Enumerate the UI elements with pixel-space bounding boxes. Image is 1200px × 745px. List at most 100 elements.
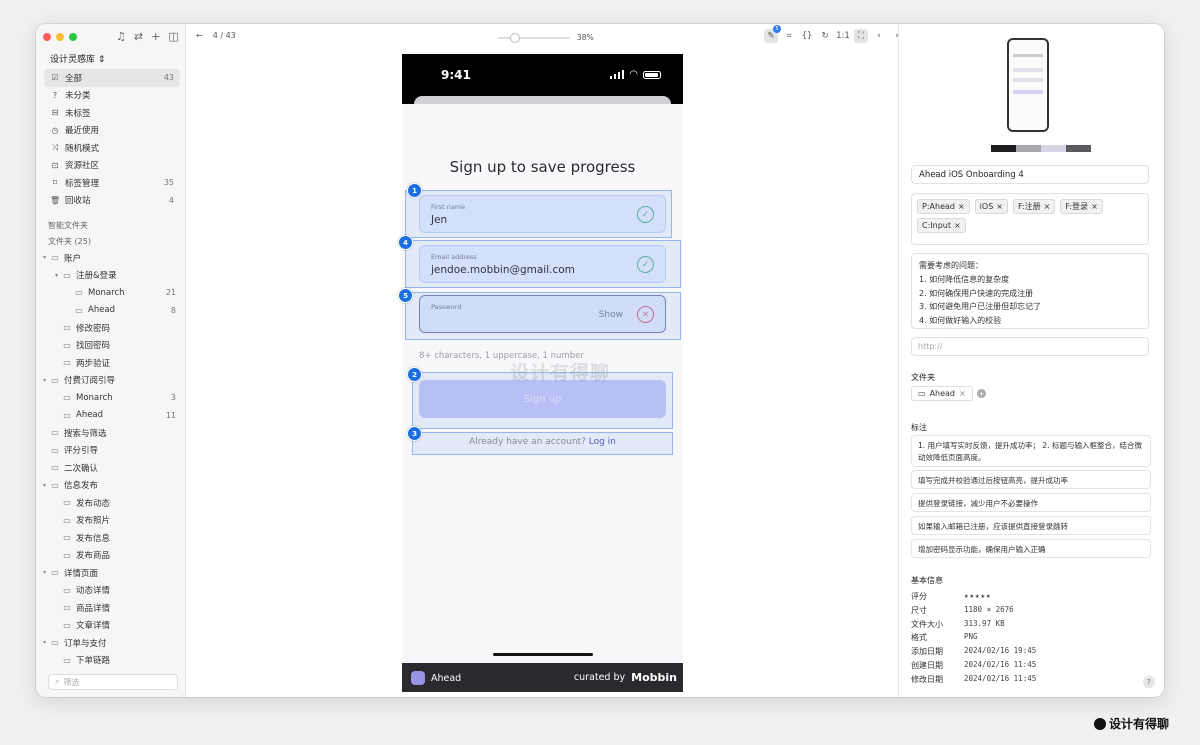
folder-chip[interactable]: ▭ Ahead × xyxy=(911,386,973,401)
annotation-marker-3[interactable]: 3 xyxy=(407,426,422,441)
color-swatch[interactable] xyxy=(1066,145,1091,152)
annotation-marker-1[interactable]: 1 xyxy=(407,183,422,198)
prev-image-icon[interactable]: ‹ xyxy=(872,29,886,43)
sidebar-item[interactable]: ⌑ 标签管理 35 xyxy=(44,174,180,192)
tag-chip[interactable]: iOS × xyxy=(974,199,1008,214)
sidebar-item[interactable]: ⊡ 资源社区 xyxy=(44,157,180,175)
filter-input[interactable]: ⌕ 筛选 xyxy=(48,674,178,690)
remove-icon[interactable]: × xyxy=(959,389,966,398)
info-row: 尺寸 1180 × 2676 xyxy=(911,605,1014,616)
folder-item[interactable]: ▭ 二次确认 xyxy=(40,459,180,477)
sync-icon[interactable]: ⇄ xyxy=(134,30,143,43)
remove-tag-icon[interactable]: × xyxy=(996,202,1003,211)
description-box[interactable]: 需要考虑的问题： 1. 如何降低信息的复杂度 2. 如何确保用户快速的完成注册 3.… xyxy=(911,253,1149,329)
folder-item[interactable]: ▾ ▭ 账户 xyxy=(40,249,180,267)
sidebar-item[interactable]: 🗑 回收站 4 xyxy=(44,192,180,210)
sidebar-toggle-icon[interactable]: ◫ xyxy=(168,30,178,43)
chevron-down-icon[interactable]: ▾ xyxy=(40,639,49,646)
folder-item[interactable]: ▭ 下单链路 xyxy=(40,652,180,670)
annotate-pen-button[interactable]: ✎ 5 xyxy=(764,25,781,43)
add-icon[interactable]: + xyxy=(151,30,160,43)
sidebar-item[interactable]: ◷ 最近使用 xyxy=(44,122,180,140)
color-swatch[interactable] xyxy=(1016,145,1041,152)
chevron-down-icon[interactable]: ▾ xyxy=(52,272,61,279)
bell-icon[interactable]: ♫ xyxy=(116,30,126,43)
folder-item[interactable]: ▭ 搜索与筛选 xyxy=(40,424,180,442)
tag-chip[interactable]: P:Ahead × xyxy=(917,199,970,214)
zoom-window-button[interactable] xyxy=(69,33,77,41)
folder-item[interactable]: ▭ 文章详情 xyxy=(40,617,180,635)
tag-chip[interactable]: C:Input × xyxy=(917,218,966,233)
folder-item[interactable]: ▭ 找回密码 xyxy=(40,337,180,355)
folder-item[interactable]: ▭ Ahead 11 xyxy=(40,407,180,425)
smart-folders-label[interactable]: 智能文件夹 xyxy=(48,220,88,231)
annotation-marker-5[interactable]: 5 xyxy=(398,288,413,303)
folder-item[interactable]: ▭ 动态详情 xyxy=(40,582,180,600)
info-key: 评分 xyxy=(911,592,927,601)
rotate-icon[interactable]: ↻ xyxy=(818,29,832,43)
color-swatch[interactable] xyxy=(1041,145,1066,152)
name-input[interactable]: Ahead iOS Onboarding 4 xyxy=(911,165,1149,184)
chevron-down-icon[interactable]: ▾ xyxy=(40,569,49,576)
remove-tag-icon[interactable]: × xyxy=(954,221,961,230)
color-palette xyxy=(991,145,1091,152)
annotation-note[interactable]: 提供登录链接，减少用户不必要操作 xyxy=(911,493,1151,512)
folder-item[interactable]: ▾ ▭ 注册&登录 xyxy=(40,267,180,285)
fit-screen-icon[interactable]: ⛶ xyxy=(854,29,868,43)
zoom-knob[interactable] xyxy=(510,33,521,43)
folder-item[interactable]: ▭ 发布照片 xyxy=(40,512,180,530)
tag-chip[interactable]: F:登录 × xyxy=(1060,199,1103,214)
minimize-window-button[interactable] xyxy=(56,33,64,41)
sidebar-item[interactable]: ⤨ 随机模式 xyxy=(44,139,180,157)
sidebar-item[interactable]: ⊟ 未标签 xyxy=(44,104,180,122)
folders-label[interactable]: 文件夹 (25) xyxy=(48,236,91,247)
folder-item[interactable]: ▭ 修改密码 xyxy=(40,319,180,337)
annotation-area-4[interactable] xyxy=(405,240,681,288)
annotation-note[interactable]: 增加密码显示功能，确保用户输入正确 xyxy=(911,539,1151,558)
chevron-down-icon[interactable]: ▾ xyxy=(40,482,49,489)
folder-item[interactable]: ▭ 发布动态 xyxy=(40,494,180,512)
zoom-slider[interactable] xyxy=(498,32,570,44)
close-window-button[interactable] xyxy=(43,33,51,41)
annotation-area-5[interactable] xyxy=(405,292,681,340)
url-input[interactable]: http:// xyxy=(911,337,1149,356)
help-button[interactable]: ? xyxy=(1143,676,1155,688)
annotation-marker-4[interactable]: 4 xyxy=(398,235,413,250)
remove-tag-icon[interactable]: × xyxy=(958,202,965,211)
folder-item[interactable]: ▭ 发布信息 xyxy=(40,529,180,547)
preview-thumbnail[interactable] xyxy=(1007,38,1049,132)
annotation-area-1[interactable] xyxy=(405,190,672,238)
folder-item[interactable]: ▭ 发布商品 xyxy=(40,547,180,565)
chevron-down-icon[interactable]: ▾ xyxy=(40,254,49,261)
code-icon[interactable]: {} xyxy=(800,29,814,43)
folder-item[interactable]: ▭ 评分引导 xyxy=(40,442,180,460)
folder-item[interactable]: ▾ ▭ 信息发布 xyxy=(40,477,180,495)
rating-stars[interactable]: ★★★★★ xyxy=(964,591,992,602)
annotation-note[interactable]: 1. 用户填写实时反馈，提升成功率； 2. 标题与输入框整合，结合微动效降低页面… xyxy=(911,435,1151,467)
chevron-down-icon[interactable]: ▾ xyxy=(40,377,49,384)
folder-item[interactable]: ▭ Ahead 8 xyxy=(40,302,180,320)
tag-chip[interactable]: F:注册 × xyxy=(1012,199,1056,214)
annotation-note[interactable]: 填写完成并校验通过后按钮高亮，提升成功率 xyxy=(911,470,1151,489)
back-arrow-icon[interactable]: ← xyxy=(196,31,203,40)
folder-item[interactable]: ▾ ▭ 付费订阅引导 xyxy=(40,372,180,390)
remove-tag-icon[interactable]: × xyxy=(1044,202,1051,211)
sidebar-item[interactable]: ? 未分类 xyxy=(44,87,180,105)
folder-item[interactable]: ▭ Monarch 3 xyxy=(40,389,180,407)
folder-item[interactable]: ▾ ▭ 详情页面 xyxy=(40,564,180,582)
folder-item[interactable]: ▭ Monarch 21 xyxy=(40,284,180,302)
annotation-note[interactable]: 如果输入邮箱已注册，应该提供直接登录跳转 xyxy=(911,516,1151,535)
library-switcher[interactable]: 设计灵感库 ⇕ xyxy=(50,52,105,65)
tags-box[interactable]: P:Ahead × iOS × F:注册 × F:登录 × C:Input × xyxy=(911,193,1149,245)
add-folder-icon[interactable]: + xyxy=(977,389,986,398)
folder-item[interactable]: ▭ 两步验证 xyxy=(40,354,180,372)
annotation-area-3[interactable] xyxy=(412,432,673,455)
folder-item[interactable]: ▭ 商品详情 xyxy=(40,599,180,617)
sidebar-item[interactable]: ☑ 全部 43 xyxy=(44,69,180,87)
crop-icon[interactable]: ⌗ xyxy=(782,29,796,43)
annotation-marker-2[interactable]: 2 xyxy=(407,367,422,382)
remove-tag-icon[interactable]: × xyxy=(1091,202,1098,211)
actual-size-button[interactable]: 1:1 xyxy=(836,29,850,43)
color-swatch[interactable] xyxy=(991,145,1016,152)
folder-item[interactable]: ▾ ▭ 订单与支付 xyxy=(40,634,180,652)
